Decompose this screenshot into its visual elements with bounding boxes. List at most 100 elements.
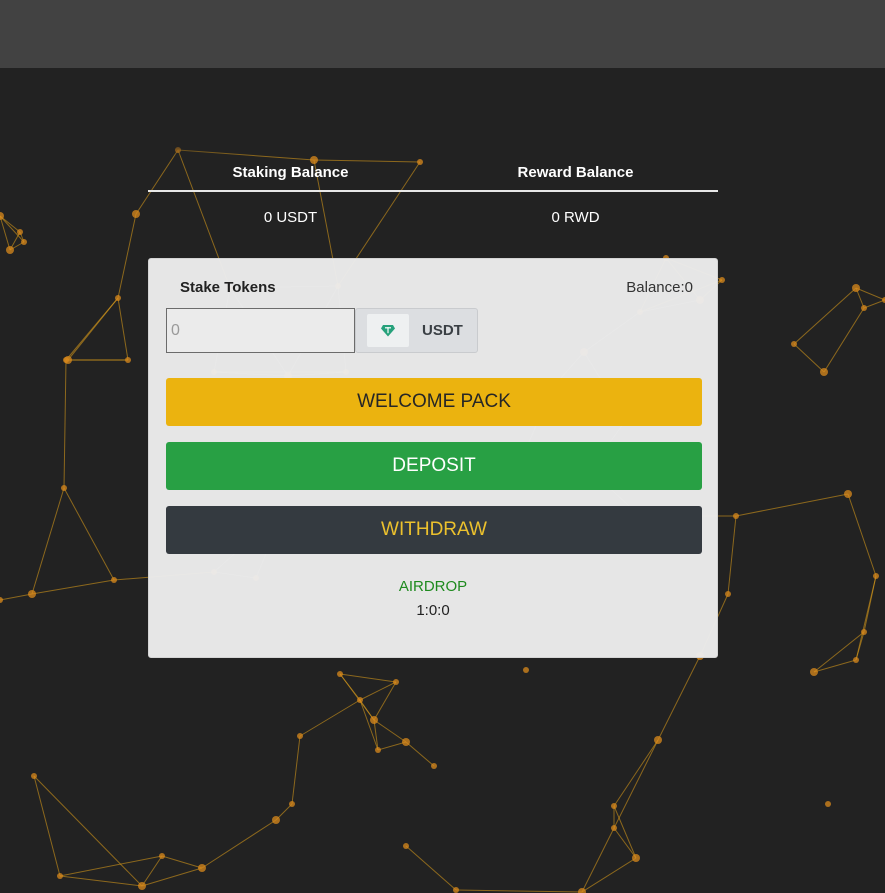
network-link xyxy=(613,739,659,829)
network-node xyxy=(654,736,662,744)
network-link xyxy=(855,631,865,661)
network-node xyxy=(111,577,117,583)
network-link xyxy=(455,889,583,893)
network-node xyxy=(272,816,280,824)
network-link xyxy=(405,845,457,891)
network-node xyxy=(21,239,27,245)
network-link xyxy=(863,299,885,309)
network-node xyxy=(853,657,859,663)
network-link xyxy=(63,359,67,489)
network-node xyxy=(431,763,437,769)
network-node xyxy=(403,843,409,849)
network-node xyxy=(337,671,343,677)
network-link xyxy=(793,343,825,373)
network-link xyxy=(405,741,435,767)
network-link xyxy=(339,673,397,683)
withdraw-button[interactable]: WITHDRAW xyxy=(166,506,702,554)
network-link xyxy=(141,855,163,887)
network-link xyxy=(727,515,737,595)
network-node xyxy=(28,590,36,598)
network-link xyxy=(813,631,865,673)
network-link xyxy=(63,487,115,581)
welcome-pack-button[interactable]: WELCOME PACK xyxy=(166,378,702,426)
network-node xyxy=(31,773,37,779)
network-node xyxy=(357,697,363,703)
network-node xyxy=(57,873,63,879)
network-link xyxy=(59,855,163,877)
network-node xyxy=(852,284,860,292)
network-link xyxy=(613,739,659,807)
network-node xyxy=(810,668,818,676)
network-node xyxy=(6,246,14,254)
network-node xyxy=(125,357,131,363)
airdrop-link[interactable]: AIRDROP xyxy=(149,578,717,595)
network-node xyxy=(861,629,867,635)
network-link xyxy=(359,699,379,751)
network-node xyxy=(198,864,206,872)
network-node xyxy=(719,277,725,283)
network-node xyxy=(375,747,381,753)
network-link xyxy=(0,593,33,601)
network-node xyxy=(61,485,67,491)
network-node xyxy=(820,368,828,376)
network-link xyxy=(377,741,407,751)
network-link xyxy=(31,487,65,595)
network-node xyxy=(632,854,640,862)
network-node xyxy=(297,733,303,739)
reward-balance-heading: Reward Balance xyxy=(517,163,634,181)
network-node xyxy=(159,853,165,859)
network-link xyxy=(657,655,701,741)
network-node xyxy=(844,490,852,498)
staking-balance-value: 0 USDT xyxy=(263,208,318,226)
network-node xyxy=(611,825,617,831)
network-link xyxy=(141,867,203,887)
network-node xyxy=(825,801,831,807)
network-node xyxy=(138,882,146,890)
network-node xyxy=(791,341,797,347)
network-link xyxy=(117,297,129,361)
network-node xyxy=(861,305,867,311)
network-node xyxy=(611,803,617,809)
top-bar xyxy=(0,0,885,68)
token-symbol: USDT xyxy=(422,322,463,339)
network-node xyxy=(393,679,399,685)
network-node xyxy=(578,888,586,893)
network-node xyxy=(0,597,3,603)
network-node xyxy=(733,513,739,519)
deposit-button[interactable]: DEPOSIT xyxy=(166,442,702,490)
header-band xyxy=(0,68,885,156)
reward-balance-value: 0 RWD xyxy=(551,208,600,226)
network-link xyxy=(373,719,407,743)
network-node xyxy=(370,716,378,724)
network-link xyxy=(161,855,203,869)
network-link xyxy=(813,659,857,673)
network-link xyxy=(299,699,361,737)
network-link xyxy=(33,775,61,877)
network-link xyxy=(847,493,877,577)
balance-header-row: Staking Balance Reward Balance xyxy=(148,152,718,192)
network-node xyxy=(873,573,879,579)
network-node xyxy=(132,210,140,218)
balance-summary: Staking Balance Reward Balance 0 USDT 0 … xyxy=(148,152,718,242)
wallet-balance-label: Balance:0 xyxy=(626,279,693,296)
tether-diamond-icon xyxy=(367,314,409,347)
network-node xyxy=(63,357,69,363)
network-link xyxy=(33,775,143,887)
network-link xyxy=(291,735,301,805)
network-link xyxy=(735,493,849,517)
network-link xyxy=(201,819,277,869)
network-link xyxy=(823,307,865,373)
staking-balance-heading: Staking Balance xyxy=(232,163,349,181)
network-node xyxy=(453,887,459,893)
network-node xyxy=(523,667,529,673)
stake-tokens-label: Stake Tokens xyxy=(180,279,276,296)
stake-card: Stake Tokens Balance:0 USDT WELCOME PACK… xyxy=(148,258,718,658)
network-node xyxy=(17,229,23,235)
network-node xyxy=(725,591,731,597)
network-link xyxy=(855,575,877,661)
network-link xyxy=(65,297,119,361)
airdrop-countdown: 1:0:0 xyxy=(416,602,450,619)
token-selector[interactable]: USDT xyxy=(355,308,478,353)
network-node xyxy=(402,738,410,746)
stake-amount-input[interactable] xyxy=(166,308,355,353)
